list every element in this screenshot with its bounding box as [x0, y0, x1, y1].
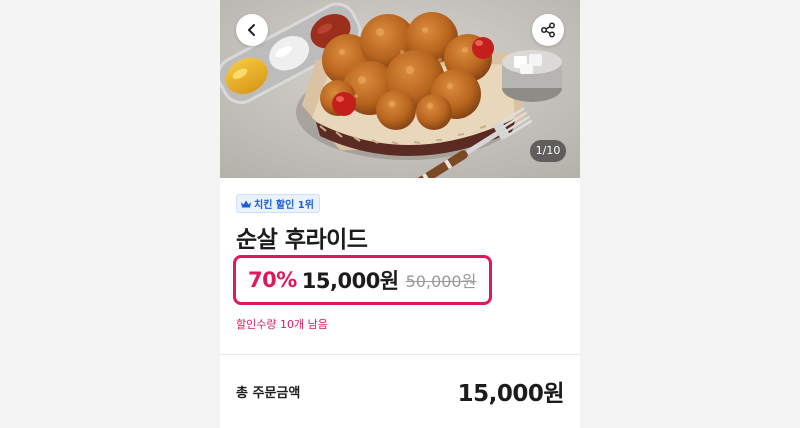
image-counter: 1/10	[530, 140, 566, 162]
divider	[220, 354, 580, 355]
price-box: 70% 15,000원 50,000원	[233, 255, 492, 305]
remaining-quantity-notice: 할인수량 10개 남음	[236, 318, 328, 331]
sale-price: 15,000원	[301, 269, 399, 293]
chevron-left-icon	[248, 24, 255, 36]
discount-rate: 70%	[248, 268, 297, 292]
product-image-carousel[interactable]: 1/10	[220, 0, 580, 178]
fried-chicken-photo	[220, 0, 580, 178]
back-button[interactable]	[236, 14, 268, 46]
share-button[interactable]	[532, 14, 564, 46]
ranking-badge: 치킨 할인 1위	[236, 194, 320, 213]
total-order-label: 총 주문금액	[236, 386, 301, 401]
crown-icon	[241, 200, 251, 207]
total-order-amount: 15,000원	[457, 381, 565, 407]
original-price: 50,000원	[405, 272, 477, 291]
product-title: 순살 후라이드	[236, 227, 368, 253]
product-detail-panel: 1/10 치킨 할인 1위 순살 후라이드 70% 15,000원 50,000…	[220, 0, 580, 428]
badge-label: 치킨 할인 1위	[254, 200, 314, 211]
share-icon	[541, 22, 555, 38]
